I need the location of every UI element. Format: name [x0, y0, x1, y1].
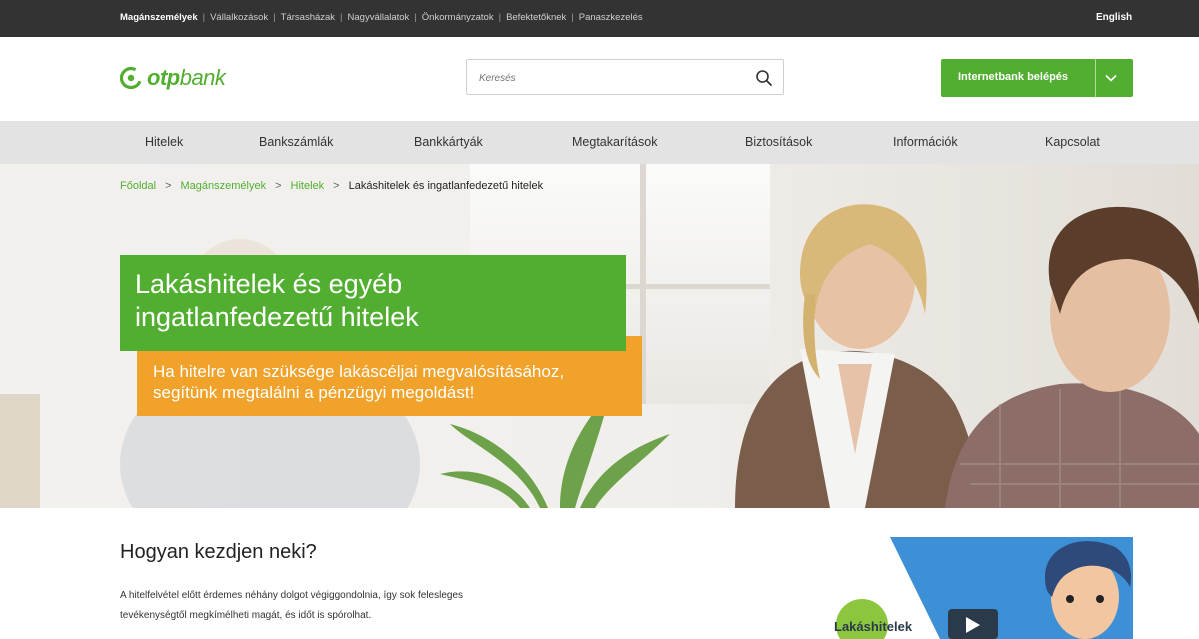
- segment-separator: |: [498, 12, 502, 23]
- breadcrumb-separator: >: [275, 180, 282, 192]
- segment-links: Magánszemélyek | Vállalkozások | Társash…: [120, 12, 643, 23]
- segment-link-befektetoknek[interactable]: Befektetőknek: [506, 12, 566, 23]
- search-input[interactable]: [479, 69, 739, 87]
- otp-bank-logo[interactable]: otpbank: [119, 65, 226, 91]
- breadcrumb: Főoldal > Magánszemélyek > Hitelek > Lak…: [120, 180, 543, 192]
- nav-item-biztositasok[interactable]: Biztosítások: [745, 135, 812, 149]
- segment-separator: |: [340, 12, 343, 23]
- chevron-down-icon[interactable]: [1104, 71, 1118, 85]
- breadcrumb-link-maganszemelyek[interactable]: Magánszemélyek: [181, 180, 267, 192]
- main-nav: Hitelek Bankszámlák Bankkártyák Megtakar…: [0, 121, 1199, 164]
- segment-separator: |: [273, 12, 276, 23]
- breadcrumb-separator: >: [165, 180, 172, 192]
- nav-item-bankszamlak[interactable]: Bankszámlák: [259, 135, 333, 149]
- segment-separator: |: [571, 12, 574, 23]
- breadcrumb-link-home[interactable]: Főoldal: [120, 180, 156, 192]
- segment-separator: |: [414, 12, 417, 23]
- button-divider: [1095, 59, 1096, 97]
- segment-link-onkormanyzatok[interactable]: Önkormányzatok: [422, 12, 494, 23]
- video-thumbnail[interactable]: Lakáshitelek: [830, 537, 1133, 639]
- segment-separator: |: [202, 12, 206, 23]
- section-heading: Hogyan kezdjen neki?: [120, 541, 317, 563]
- hero-title: Lakáshitelek és egyéb ingatlanfedezetű h…: [135, 269, 419, 332]
- search-box: [466, 59, 784, 95]
- nav-item-kapcsolat[interactable]: Kapcsolat: [1045, 135, 1100, 149]
- top-bar: Magánszemélyek | Vállalkozások | Társash…: [0, 0, 1199, 37]
- hero-subtitle: Ha hitelre van szüksége lakáscéljai megv…: [153, 362, 565, 402]
- segment-link-vallalkozasok[interactable]: Vállalkozások: [210, 12, 268, 23]
- nav-item-bankkartyak[interactable]: Bankkártyák: [414, 135, 483, 149]
- segment-link-maganszemelyek[interactable]: Magánszemélyek: [120, 12, 198, 23]
- breadcrumb-separator: >: [333, 180, 340, 192]
- section-paragraph: A hitelfelvétel előtt érdemes néhány dol…: [120, 590, 464, 621]
- header: otpbank Internetbank belépés: [0, 37, 1199, 121]
- hero-title-box: Lakáshitelek és egyéb ingatlanfedezetű h…: [120, 255, 626, 351]
- language-link[interactable]: English: [1096, 12, 1132, 23]
- hero-banner: Főoldal > Magánszemélyek > Hitelek > Lak…: [0, 164, 1199, 508]
- segment-link-tarsashazak[interactable]: Társasházak: [281, 12, 335, 23]
- internetbank-login-label: Internetbank belépés: [958, 71, 1069, 83]
- internetbank-login-button[interactable]: Internetbank belépés: [941, 59, 1133, 97]
- logo-text: otpbank: [147, 65, 226, 90]
- segment-link-nagyvallalatok[interactable]: Nagyvállalatok: [348, 12, 410, 23]
- search-icon[interactable]: [755, 69, 773, 87]
- otp-logo-icon: [119, 66, 143, 90]
- breadcrumb-current: Lakáshitelek és ingatlanfedezetű hitelek: [348, 180, 544, 192]
- breadcrumb-link-hitelek[interactable]: Hitelek: [291, 180, 325, 192]
- content-section: Hogyan kezdjen neki? A hitelfelvétel elő…: [0, 508, 1199, 639]
- nav-item-megtakaritasok[interactable]: Megtakarítások: [572, 135, 657, 149]
- video-label: Lakáshitelek: [834, 619, 913, 634]
- segment-link-panaszkezeles[interactable]: Panaszkezelés: [579, 12, 643, 23]
- nav-item-informaciok[interactable]: Információk: [893, 135, 958, 149]
- nav-item-hitelek[interactable]: Hitelek: [145, 135, 183, 149]
